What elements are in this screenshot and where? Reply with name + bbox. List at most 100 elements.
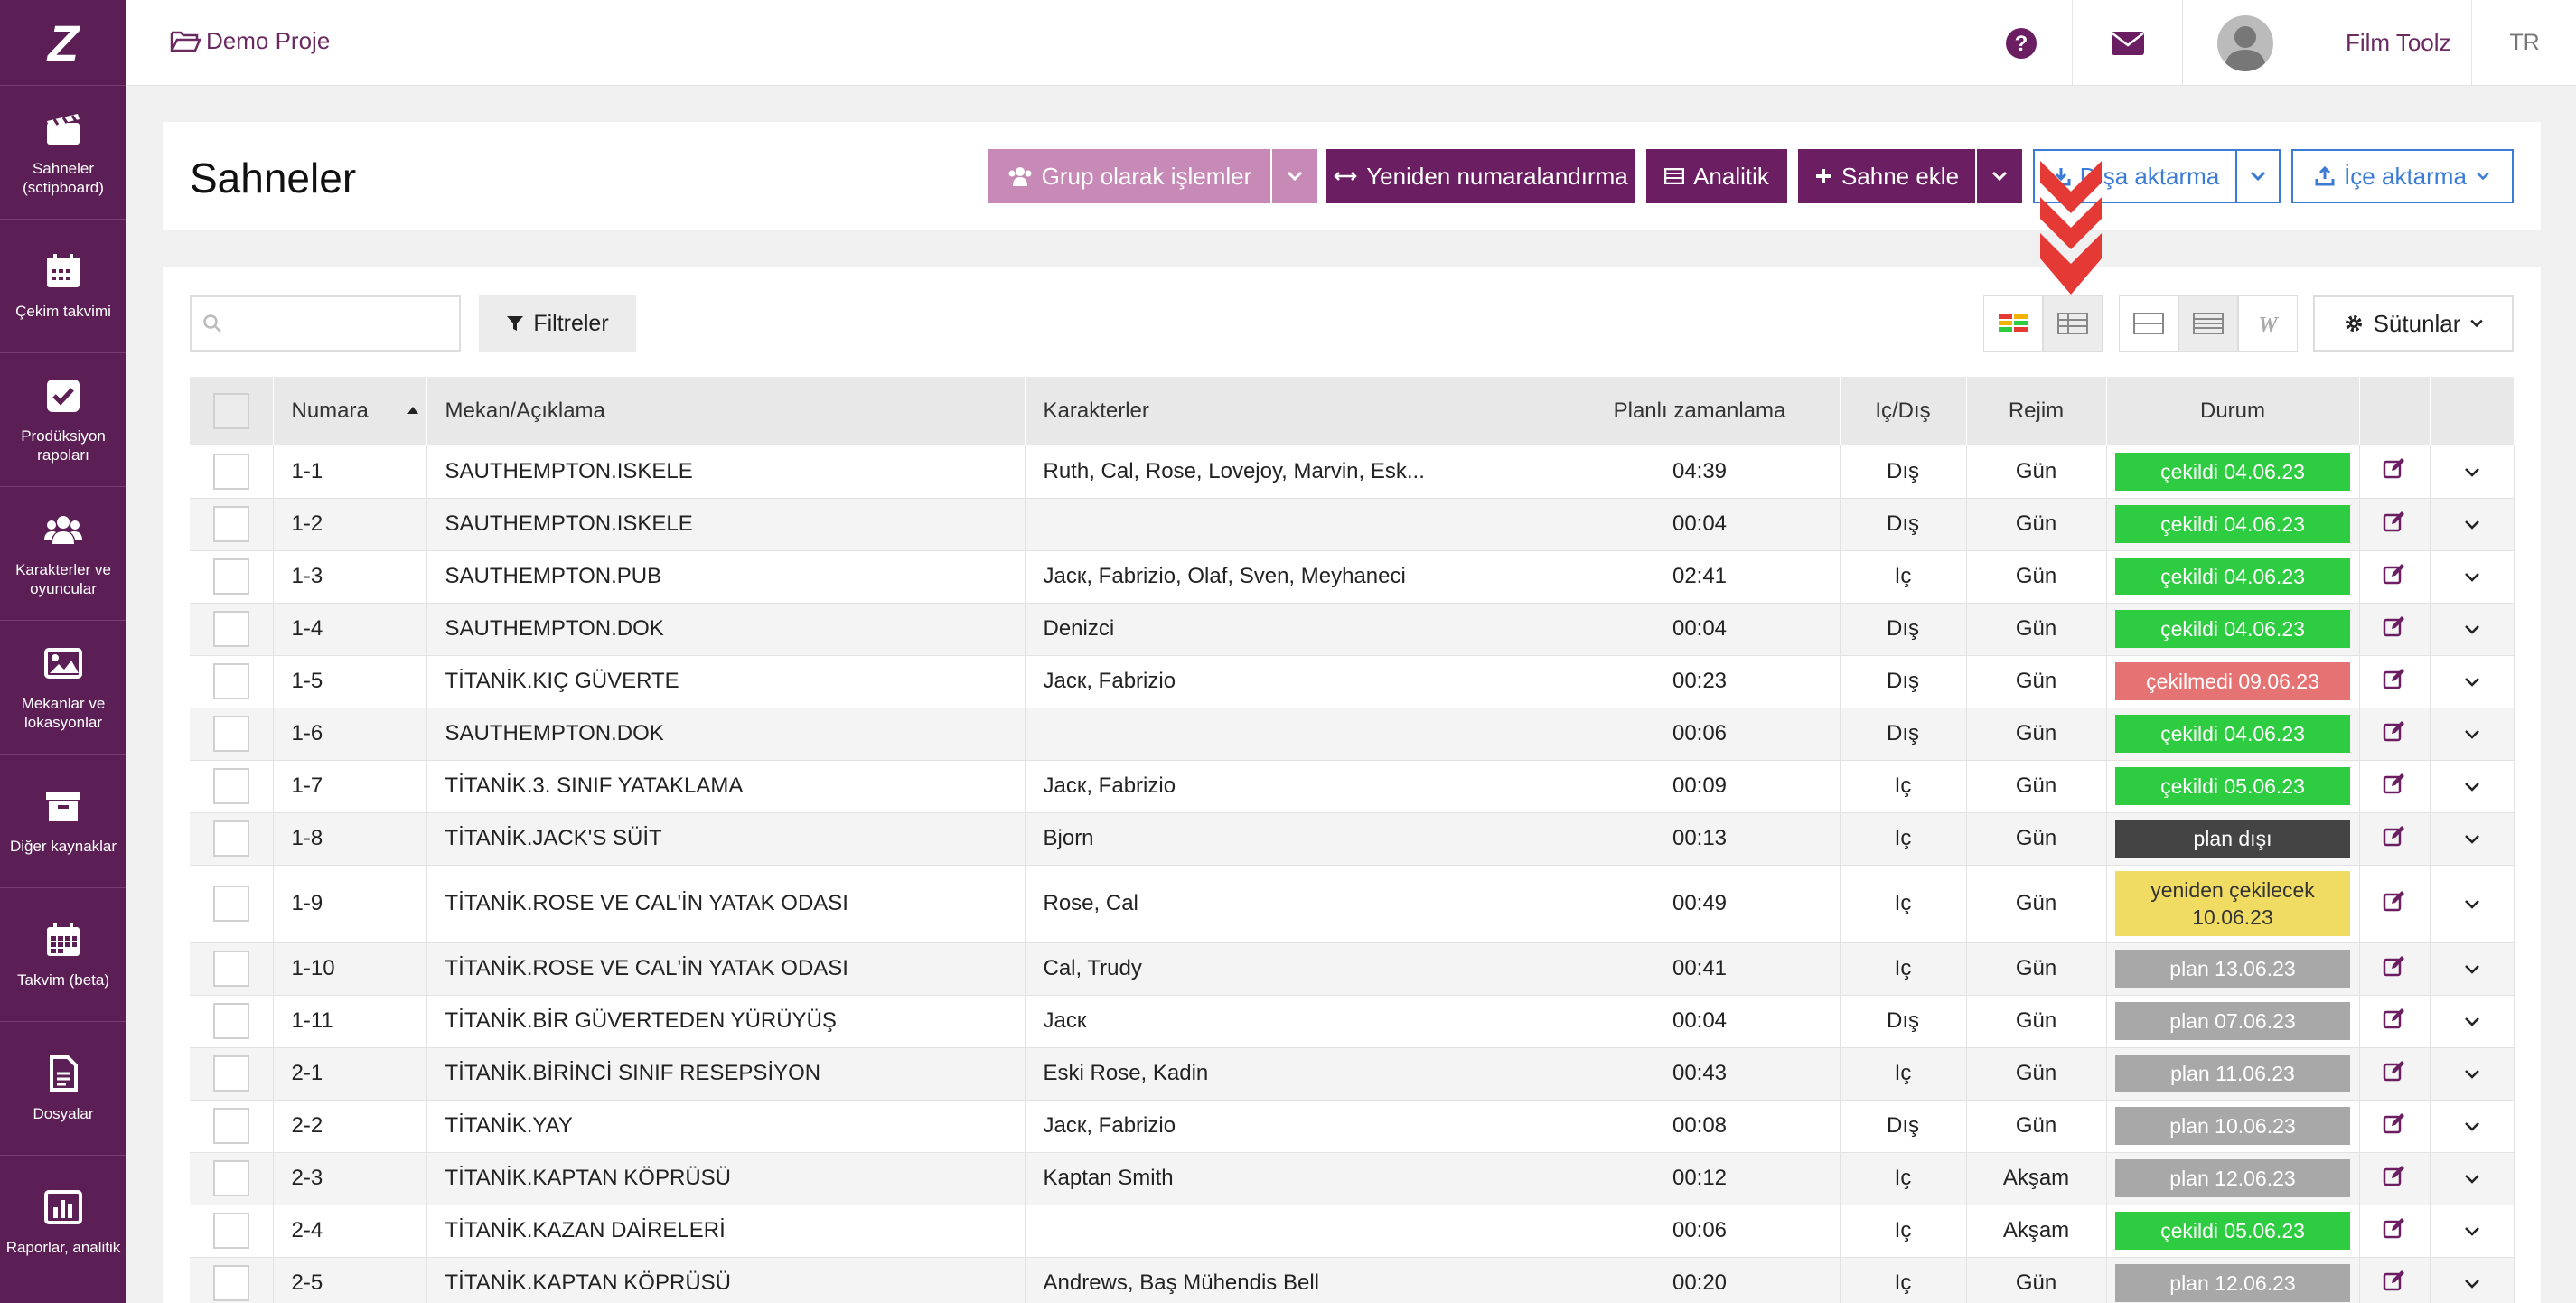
sidebar-item-locations[interactable]: Mekanlar ve lokasyonlar: [0, 621, 126, 755]
table-row[interactable]: 2-3 TİTANİK.KAPTAN KÖPRÜSÜ Kaptan Smith 00:…: [190, 1152, 2515, 1205]
chevron-down-icon[interactable]: [2464, 624, 2480, 635]
edit-icon[interactable]: [2383, 890, 2406, 912]
edit-icon[interactable]: [2383, 720, 2406, 742]
chevron-down-icon[interactable]: [2464, 1069, 2480, 1080]
table-row[interactable]: 1-8 TİTANİK.JACK'S SÜİT Bjorn 00:13 Iç Gün pla…: [190, 812, 2515, 866]
table-row[interactable]: 2-1 TİTANİK.BİRİNCİ SINIF RESEPSİYON Eski …: [190, 1047, 2515, 1101]
filters-button[interactable]: Filtreler: [479, 295, 636, 352]
row-checkbox[interactable]: [212, 820, 249, 857]
chevron-down-icon[interactable]: [2464, 677, 2480, 688]
table-row[interactable]: 1-7 TİTANİK.3. SINIF YATAKLAMA Jacк, Fabri…: [190, 760, 2515, 813]
messages-button[interactable]: [2072, 0, 2182, 86]
column-header-number[interactable]: Numara: [273, 377, 427, 445]
analytics-button[interactable]: Analitik: [1646, 149, 1787, 203]
table-row[interactable]: 1-9 TİTANİK.ROSE VE CAL'İN YATAK ODASI Ros…: [190, 865, 2515, 943]
edit-icon[interactable]: [2383, 615, 2406, 637]
edit-icon[interactable]: [2383, 1270, 2406, 1291]
row-checkbox[interactable]: [212, 886, 249, 922]
dense-rows-button[interactable]: [2178, 295, 2238, 352]
export-dropdown[interactable]: [2235, 149, 2281, 203]
color-view-button[interactable]: [1983, 295, 2043, 352]
column-header-int-ext[interactable]: Iç/Dış: [1840, 377, 1967, 445]
chevron-down-icon[interactable]: [2464, 572, 2480, 583]
row-checkbox[interactable]: [212, 1108, 249, 1144]
chevron-down-icon[interactable]: [2464, 834, 2480, 845]
word-wrap-button[interactable]: W: [2238, 295, 2298, 352]
edit-icon[interactable]: [2383, 1060, 2406, 1082]
edit-icon[interactable]: [2383, 1165, 2406, 1186]
row-checkbox[interactable]: [212, 1265, 249, 1301]
table-row[interactable]: 2-5 TİTANİK.KAPTAN KÖPRÜSÜ Andrews, Baş Mü…: [190, 1257, 2515, 1303]
column-header-status[interactable]: Durum: [2106, 377, 2360, 445]
import-button[interactable]: İçe aktarma: [2291, 149, 2514, 203]
chevron-down-icon[interactable]: [2464, 964, 2480, 975]
row-checkbox[interactable]: [212, 558, 249, 595]
edit-icon[interactable]: [2383, 511, 2406, 532]
sidebar-item-characters[interactable]: Karakterler ve oyuncular: [0, 487, 126, 621]
edit-icon[interactable]: [2383, 1112, 2406, 1134]
chevron-down-icon[interactable]: [2464, 1174, 2480, 1185]
select-all-checkbox[interactable]: [212, 393, 249, 429]
edit-icon[interactable]: [2383, 1008, 2406, 1029]
sidebar-item-calendar-beta[interactable]: Takvim (beta): [0, 888, 126, 1022]
sidebar-item-shooting-schedule[interactable]: Çekim takvimi: [0, 220, 126, 353]
row-checkbox[interactable]: [212, 716, 249, 752]
add-scene-button[interactable]: Sahne ekle: [1798, 149, 1975, 203]
compact-rows-button[interactable]: [2119, 295, 2178, 352]
table-row[interactable]: 1-4 SAUTHEMPTON.DOK Denizci 00:04 Dış Gün çeki…: [190, 603, 2515, 656]
row-checkbox[interactable]: [212, 1213, 249, 1249]
edit-icon[interactable]: [2383, 955, 2406, 977]
edit-icon[interactable]: [2383, 825, 2406, 847]
table-row[interactable]: 1-3 SAUTHEMPTON.PUB Jacк, Fabrizio, Olaf, …: [190, 550, 2515, 604]
column-header-location[interactable]: Mekan/Açıklama: [426, 377, 1026, 445]
row-checkbox[interactable]: [212, 1160, 249, 1196]
sidebar-item-production-reports[interactable]: Prodüksiyon rapoları: [0, 353, 126, 487]
chevron-down-icon[interactable]: [2464, 782, 2480, 792]
add-scene-dropdown[interactable]: [1977, 149, 2022, 203]
table-row[interactable]: 1-11 TİTANİK.BİR GÜVERTEDEN YÜRÜYÜŞ Jacк 00…: [190, 995, 2515, 1048]
sidebar-item-other-resources[interactable]: Diğer kaynaklar: [0, 755, 126, 888]
chevron-down-icon[interactable]: [2464, 1226, 2480, 1237]
row-checkbox[interactable]: [212, 453, 249, 490]
row-checkbox[interactable]: [212, 768, 249, 804]
chevron-down-icon[interactable]: [2464, 467, 2480, 478]
edit-icon[interactable]: [2383, 773, 2406, 794]
table-row[interactable]: 1-10 TİTANİK.ROSE VE CAL'İN YATAK ODASI Ca…: [190, 942, 2515, 996]
row-checkbox[interactable]: [212, 951, 249, 987]
column-header-planned-time[interactable]: Planlı zamanlama: [1560, 377, 1841, 445]
table-row[interactable]: 1-5 TİTANİK.KIÇ GÜVERTE Jacк, Fabrizio 00:2…: [190, 655, 2515, 708]
columns-button[interactable]: Sütunlar: [2313, 295, 2514, 352]
column-header-characters[interactable]: Karakterler: [1025, 377, 1560, 445]
search-input[interactable]: [231, 311, 457, 336]
table-row[interactable]: 1-1 SAUTHEMPTON.ISKELE Ruth, Cal, Rose, Lo…: [190, 445, 2515, 499]
sidebar-item-files[interactable]: Dosyalar: [0, 1022, 126, 1156]
edit-icon[interactable]: [2383, 1217, 2406, 1239]
table-row[interactable]: 1-6 SAUTHEMPTON.DOK 00:06 Dış Gün çekildi 04.…: [190, 708, 2515, 761]
chevron-down-icon[interactable]: [2464, 899, 2480, 910]
chevron-down-icon[interactable]: [2464, 729, 2480, 740]
row-checkbox[interactable]: [212, 663, 249, 699]
table-row[interactable]: 2-4 TİTANİK.KAZAN DAİRELERİ 00:06 Iç Akşam çe…: [190, 1205, 2515, 1258]
row-checkbox[interactable]: [212, 1055, 249, 1092]
row-checkbox[interactable]: [212, 506, 249, 542]
chevron-down-icon[interactable]: [2464, 1121, 2480, 1132]
group-operations-button[interactable]: Grup olarak işlemler: [988, 149, 1270, 203]
search-box[interactable]: [190, 295, 461, 352]
language-switch[interactable]: TR: [2471, 0, 2576, 86]
group-operations-dropdown[interactable]: [1272, 149, 1317, 203]
sidebar-item-reports[interactable]: Raporlar, analitik: [0, 1156, 126, 1289]
row-checkbox[interactable]: [212, 611, 249, 647]
table-row[interactable]: 2-2 TİTANİK.YAY Jacк, Fabrizio 00:08 Dış Gün p…: [190, 1100, 2515, 1153]
chevron-down-icon[interactable]: [2464, 520, 2480, 530]
row-checkbox[interactable]: [212, 1003, 249, 1039]
table-row[interactable]: 1-2 SAUTHEMPTON.ISKELE 00:04 Dış Gün çekildi …: [190, 498, 2515, 551]
edit-icon[interactable]: [2383, 563, 2406, 585]
renumber-button[interactable]: Yeniden numaralandırma: [1326, 149, 1635, 203]
chevron-down-icon[interactable]: [2464, 1017, 2480, 1027]
edit-icon[interactable]: [2383, 457, 2406, 479]
help-button[interactable]: ?: [1970, 0, 2072, 86]
project-link[interactable]: Demo Proje: [170, 27, 330, 55]
sidebar-item-scenes[interactable]: Sahneler (sctipboard): [0, 86, 126, 220]
app-logo[interactable]: Z: [0, 0, 126, 86]
chevron-down-icon[interactable]: [2464, 1279, 2480, 1289]
